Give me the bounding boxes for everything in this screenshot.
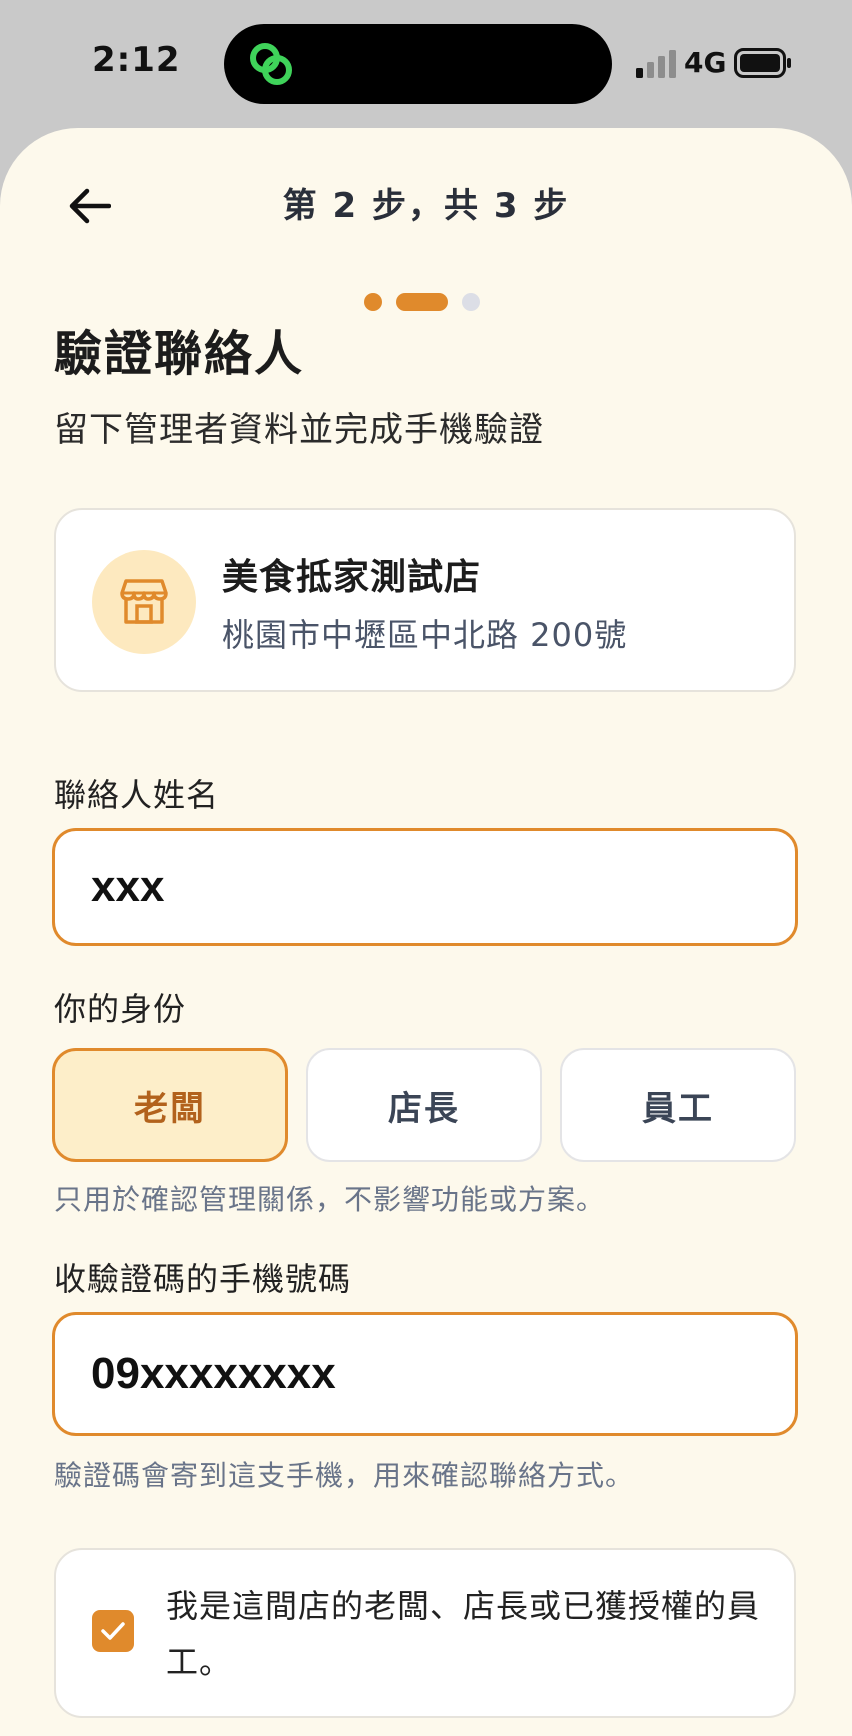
- phone-label: 收驗證碼的手機號碼: [54, 1260, 352, 1298]
- store-address: 桃園市中壢區中北路 200號: [222, 616, 628, 654]
- page-title: 驗證聯絡人: [54, 326, 305, 382]
- contact-name-field[interactable]: [52, 828, 798, 946]
- link-icon: [250, 43, 292, 85]
- role-option-staff[interactable]: 員工: [560, 1048, 796, 1162]
- form-sheet: 第 2 步，共 3 步 驗證聯絡人 留下管理者資料並完成手機驗證 美食抵家測試店…: [0, 128, 852, 1736]
- contact-name-input[interactable]: [91, 862, 759, 912]
- progress-dot-pending: [462, 293, 480, 311]
- status-bar: 2:12 4G: [0, 0, 852, 128]
- signal-icon: [636, 50, 676, 78]
- role-option-owner[interactable]: 老闆: [52, 1048, 288, 1162]
- store-icon: [120, 579, 168, 624]
- consent-text: 我是這間店的老闆、店長或已獲授權的員工。: [166, 1587, 761, 1681]
- store-card: 美食抵家測試店 桃園市中壢區中北路 200號: [54, 508, 796, 692]
- phone-helper-text: 驗證碼會寄到這支手機，用來確認聯絡方式。: [54, 1459, 635, 1492]
- dynamic-island: [224, 24, 612, 104]
- phone-field[interactable]: [52, 1312, 798, 1436]
- page-subtitle: 留下管理者資料並完成手機驗證: [54, 410, 544, 450]
- checkmark-icon: [101, 1622, 125, 1640]
- role-option-manager[interactable]: 店長: [306, 1048, 542, 1162]
- store-name: 美食抵家測試店: [222, 557, 482, 598]
- step-title: 第 2 步，共 3 步: [282, 186, 570, 226]
- consent-checkbox[interactable]: [92, 1610, 134, 1652]
- role-helper-text: 只用於確認管理關係，不影響功能或方案。: [54, 1183, 606, 1216]
- network-label: 4G: [684, 46, 727, 79]
- role-label: 你的身份: [54, 990, 187, 1028]
- battery-icon: [734, 48, 791, 78]
- contact-name-label: 聯絡人姓名: [54, 776, 220, 814]
- store-avatar: [92, 550, 196, 654]
- consent-card: 我是這間店的老闆、店長或已獲授權的員工。: [54, 1548, 796, 1718]
- step-progress: [364, 292, 480, 312]
- phone-input[interactable]: [91, 1349, 759, 1399]
- progress-dot-current: [396, 293, 448, 311]
- progress-dot-done: [364, 293, 382, 311]
- status-time: 2:12: [92, 40, 181, 80]
